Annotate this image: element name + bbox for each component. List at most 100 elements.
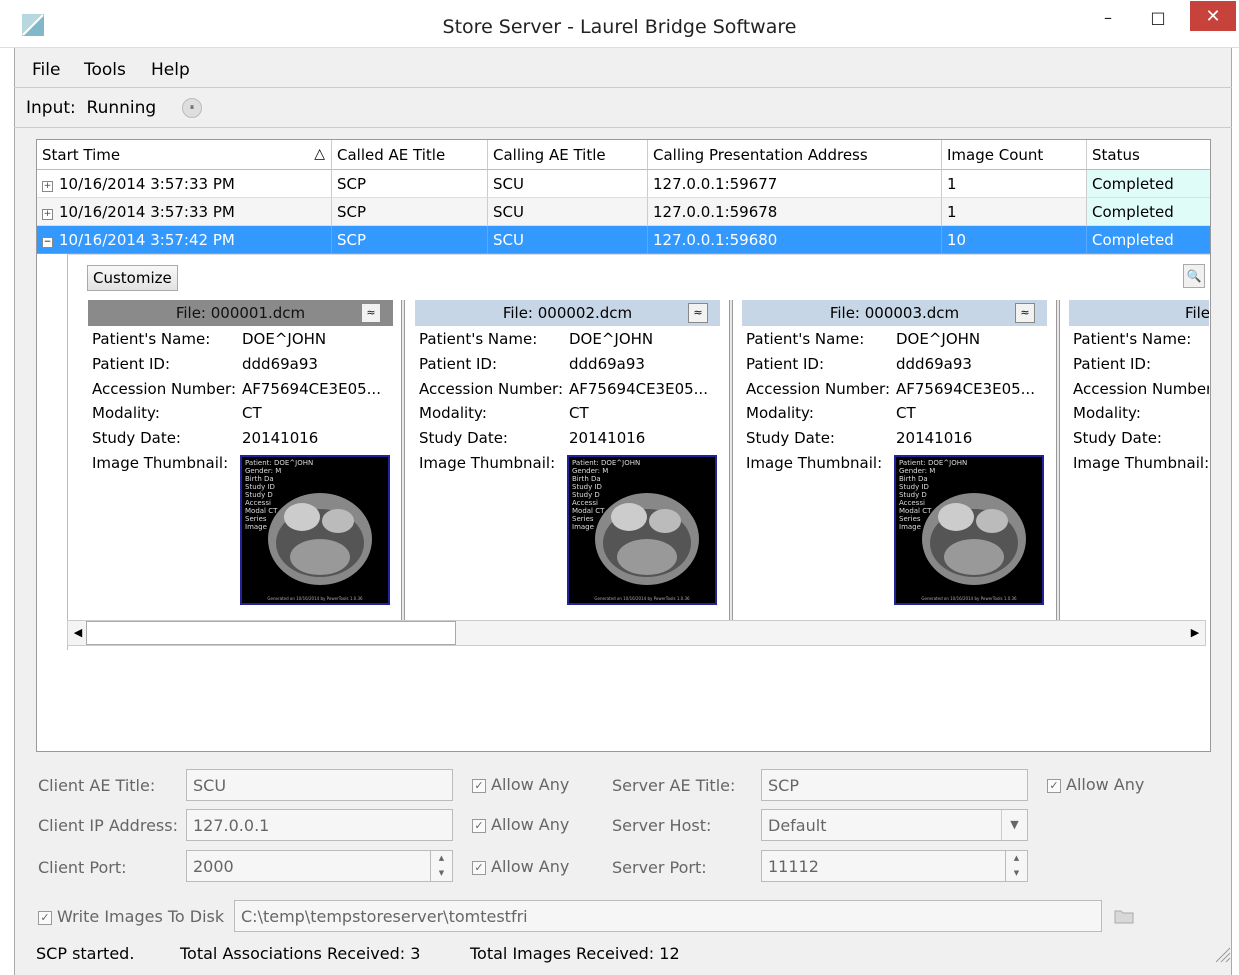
client-ip-field[interactable]: 127.0.0.1 (186, 809, 453, 841)
kv-accession: Accession Number: AF75694CE3E05... (92, 380, 381, 398)
kv-study-date: Study Date: 20141016 (92, 429, 319, 447)
column-image-count[interactable]: Image Count (942, 140, 1087, 170)
file-name: File: 000001.dcm (175, 304, 306, 322)
kv-accession: Accession Number: AF75694CE3E05... (419, 380, 708, 398)
images-count: Total Images Received: 12 (470, 944, 680, 963)
card-separator[interactable] (729, 300, 733, 620)
status-message: SCP started. (36, 944, 135, 963)
menu-tools[interactable]: Tools (84, 60, 126, 80)
client-port-stepper[interactable]: 2000 ▲ ▼ (186, 850, 453, 882)
card-separator[interactable] (1056, 300, 1060, 620)
thumbnail-overlay-text: Patient: DOE^JOHN Gender: M Birth Da Study … (245, 459, 314, 531)
write-path-field[interactable]: C:\temp\tempstoreserver\tomtestfri (234, 900, 1102, 932)
column-address[interactable]: Calling Presentation Address (648, 140, 942, 170)
column-called-ae[interactable]: Called AE Title (332, 140, 488, 170)
client-port-allow-any[interactable]: ✓ Allow Any (472, 857, 569, 876)
column-calling-ae[interactable]: Calling AE Title (488, 140, 648, 170)
file-card-header: File: 000003.dcm ≈ (742, 300, 1047, 326)
start-time-cell: +10/16/2014 3:57:33 PM (37, 170, 332, 198)
collapse-card-icon[interactable]: ≈ (361, 303, 381, 323)
menu-file[interactable]: File (32, 60, 60, 80)
collapse-card-icon[interactable]: ≈ (688, 303, 708, 323)
checkbox-checked-icon: ✓ (38, 911, 52, 925)
image-thumbnail[interactable]: Patient: DOE^JOHN Gender: M Birth Da Study … (240, 455, 390, 605)
menu-help[interactable]: Help (151, 60, 190, 80)
client-ae-allow-any[interactable]: ✓ Allow Any (472, 775, 569, 794)
sort-ascending-icon: △ (314, 146, 325, 162)
zoom-icon[interactable]: 🔍 (1183, 264, 1205, 288)
kv-thumbnail-label: Image Thumbnail: (1073, 454, 1209, 472)
kv-modality: Modality: CT (419, 404, 589, 422)
file-name: File: 0000 (1184, 304, 1209, 322)
kv-patient-id: Patient ID: ddd69a93 (92, 355, 318, 373)
kv-patient-id: Patient ID: ddd69a93 (746, 355, 972, 373)
spinner-arrows-icon[interactable]: ▲ ▼ (1005, 851, 1027, 881)
associations-count: Total Associations Received: 3 (180, 944, 421, 963)
image-thumbnail[interactable]: Patient: DOE^JOHN Gender: M Birth Da Study … (567, 455, 717, 605)
kv-thumbnail-label: Image Thumbnail: (92, 454, 229, 472)
card-separator[interactable] (401, 300, 405, 620)
write-images-checkbox[interactable]: ✓ Write Images To Disk (38, 907, 224, 926)
image-count-cell: 1 (942, 170, 1087, 198)
client-port-label: Client Port: (38, 858, 127, 877)
maximize-button[interactable]: □ (1136, 3, 1180, 31)
address-cell: 127.0.0.1:59678 (648, 198, 942, 226)
window-title: Store Server - Laurel Bridge Software (442, 16, 797, 38)
kv-modality: Modality: CT (92, 404, 262, 422)
kv-modality: Modality: CT (746, 404, 916, 422)
kv-accession: Accession Number: (1073, 380, 1209, 398)
kv-thumbnail-label: Image Thumbnail: (746, 454, 883, 472)
kv-patient-name: Patient's Name: DOE^JOHN (92, 330, 327, 348)
server-host-label: Server Host: (612, 816, 712, 835)
column-status[interactable]: Status (1087, 140, 1210, 170)
table-row-selected[interactable]: −10/16/2014 3:57:42 PM SCP SCU 127.0.0.1… (37, 226, 1210, 254)
calling-ae-cell: SCU (488, 198, 648, 226)
file-card: File: 000003.dcm ≈ Patient's Name: DOE^JOH… (742, 300, 1047, 606)
folder-icon[interactable] (1114, 908, 1134, 924)
server-port-stepper[interactable]: 11112 ▲ ▼ (761, 850, 1028, 882)
table-row[interactable]: +10/16/2014 3:57:33 PM SCP SCU 127.0.0.1… (37, 198, 1210, 226)
image-count-cell: 10 (942, 226, 1087, 254)
customize-button[interactable]: Customize (87, 265, 178, 291)
spinner-arrows-icon[interactable]: ▲ ▼ (430, 851, 452, 881)
start-time-text: 10/16/2014 3:57:33 PM (59, 203, 235, 221)
checkbox-checked-icon: ✓ (472, 861, 486, 875)
thumbnail-footer: Generated on 10/16/2014 by PowerTools 1.… (594, 596, 690, 601)
expand-icon[interactable]: + (42, 209, 53, 220)
file-name: File: 000003.dcm (829, 304, 960, 322)
scroll-left-icon[interactable]: ◀ (69, 622, 87, 644)
image-thumbnail[interactable]: Patient: DOE^JOHN Gender: M Birth Da Study … (894, 455, 1044, 605)
called-ae-cell: SCP (332, 198, 488, 226)
start-time-text: 10/16/2014 3:57:42 PM (59, 231, 235, 249)
close-button[interactable]: ✕ (1190, 1, 1236, 31)
file-card-header: File: 0000 (1069, 300, 1209, 326)
scrollbar-thumb[interactable] (86, 621, 456, 645)
server-ae-field[interactable]: SCP (761, 769, 1028, 801)
expand-icon[interactable]: + (42, 181, 53, 192)
table-row[interactable]: +10/16/2014 3:57:33 PM SCP SCU 127.0.0.1… (37, 170, 1210, 198)
column-start-time[interactable]: Start Time △ (37, 140, 332, 170)
server-host-value: Default (768, 816, 827, 835)
kv-thumbnail-label: Image Thumbnail: (419, 454, 556, 472)
pause-icon[interactable]: ⏸ (182, 98, 202, 118)
checkbox-checked-icon: ✓ (472, 779, 486, 793)
client-ae-field[interactable]: SCU (186, 769, 453, 801)
server-ae-allow-any[interactable]: ✓ Allow Any (1047, 775, 1144, 794)
checkbox-checked-icon: ✓ (1047, 779, 1061, 793)
collapse-card-icon[interactable]: ≈ (1015, 303, 1035, 323)
minimize-button[interactable]: – (1086, 3, 1130, 31)
start-time-cell: −10/16/2014 3:57:42 PM (37, 226, 332, 254)
address-cell: 127.0.0.1:59680 (648, 226, 942, 254)
resize-grip-icon[interactable] (1210, 940, 1232, 964)
server-host-select[interactable]: Default ▼ (761, 809, 1028, 841)
kv-modality: Modality: (1073, 404, 1141, 422)
chevron-down-icon[interactable]: ▼ (1001, 810, 1027, 840)
status-cell: Completed (1087, 198, 1210, 226)
scroll-right-icon[interactable]: ▶ (1186, 622, 1204, 644)
called-ae-cell: SCP (332, 226, 488, 254)
file-card-header: File: 000002.dcm ≈ (415, 300, 720, 326)
thumbnail-footer: Generated on 10/16/2014 by PowerTools 1.… (921, 596, 1017, 601)
collapse-icon[interactable]: − (42, 237, 53, 248)
called-ae-cell: SCP (332, 170, 488, 198)
client-ip-allow-any[interactable]: ✓ Allow Any (472, 815, 569, 834)
